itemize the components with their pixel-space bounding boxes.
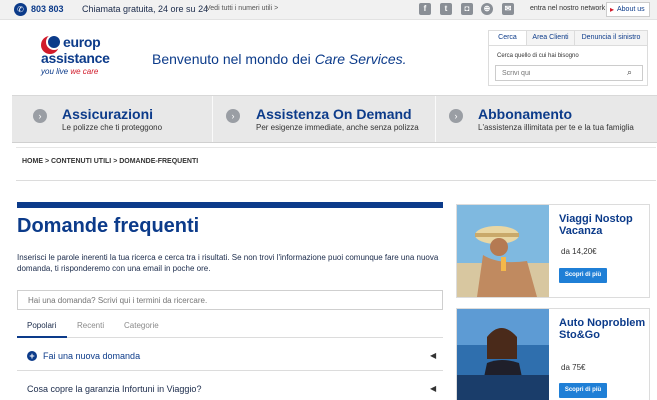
search-panel-tabs: Cerca Area Clienti Denuncia il sinistro xyxy=(489,31,647,46)
phone-icon: ✆ xyxy=(14,3,27,16)
discover-more-button[interactable]: Scopri di più xyxy=(559,383,607,398)
promo-price: da 75€ xyxy=(561,363,586,372)
page-title: Domande frequenti xyxy=(17,215,200,237)
title-accent-bar xyxy=(17,202,443,208)
main-nav: › Assicurazioni Le polizze che ti proteg… xyxy=(12,95,657,143)
instagram-icon[interactable]: ◘ xyxy=(461,3,473,15)
nav-title: Assistenza On Demand xyxy=(256,106,412,122)
logo-mark-blue xyxy=(46,34,62,50)
globe-icon[interactable]: ⊕ xyxy=(481,3,493,15)
nav-top-divider xyxy=(16,147,656,148)
logo-word-assistance: assistance xyxy=(41,50,110,66)
promo-card-viaggi[interactable]: Viaggi Nostop Vacanza da 14,20€ Scopri d… xyxy=(456,204,650,298)
tab-categorie[interactable]: Categorie xyxy=(124,321,159,330)
plus-icon: + xyxy=(27,351,37,361)
europ-assistance-logo[interactable]: europ assistance you live we care xyxy=(41,32,113,82)
promo-card-auto[interactable]: Auto Noproblem Sto&Go da 75€ Scopri di p… xyxy=(456,308,650,400)
chevron-right-icon: › xyxy=(226,109,240,123)
nav-subtitle: Le polizze che ti proteggono xyxy=(62,123,163,132)
nav-subtitle: L'assistenza illimitata per te e la tua … xyxy=(478,123,634,132)
nav-title: Abbonamento xyxy=(478,106,573,122)
discover-more-button[interactable]: Scopri di più xyxy=(559,268,607,283)
welcome-message: Benvenuto nel mondo dei Care Services. xyxy=(152,51,407,67)
faq-question: Cosa copre la garanzia Infortuni in Viag… xyxy=(27,384,202,394)
breadcrumb-divider xyxy=(16,180,656,181)
facebook-icon[interactable]: f xyxy=(419,3,431,15)
useful-numbers-link[interactable]: Vedi tutti i numeri utili > xyxy=(206,5,278,12)
nav-item-assicurazioni[interactable]: › Assicurazioni Le polizze che ti proteg… xyxy=(12,96,212,142)
nav-title: Assicurazioni xyxy=(62,106,154,122)
about-us-button[interactable]: About us xyxy=(606,2,650,17)
phone-number[interactable]: 803 803 xyxy=(31,4,64,14)
network-link[interactable]: entra nel nostro network xyxy=(530,5,605,12)
tab-recenti[interactable]: Recenti xyxy=(77,321,104,330)
logo-tagline-b: we care xyxy=(70,67,99,76)
promo-price: da 14,20€ xyxy=(561,247,597,256)
tab-denuncia-sinistro[interactable]: Denuncia il sinistro xyxy=(575,31,647,45)
promo-title: Viaggi Nostop Vacanza xyxy=(559,213,633,237)
logo-tagline: you live we care xyxy=(41,67,98,76)
caret-left-icon: ◀ xyxy=(430,351,437,360)
search-panel: Cerca Area Clienti Denuncia il sinistro … xyxy=(488,30,648,86)
mail-icon[interactable]: ✉ xyxy=(502,3,514,15)
breadcrumb[interactable]: HOME > CONTENUTI UTILI > DOMANDE-FREQUEN… xyxy=(22,158,198,165)
phone-note: Chiamata gratuita, 24 ore su 24 xyxy=(82,4,209,14)
chevron-right-icon: › xyxy=(33,109,47,123)
logo-word-europ: europ xyxy=(63,34,101,50)
tab-area-clienti[interactable]: Area Clienti xyxy=(527,31,575,45)
nav-item-assistenza-on-demand[interactable]: › Assistenza On Demand Per esigenze imme… xyxy=(213,96,435,142)
promo-image-beach xyxy=(457,205,549,297)
promo-image-car xyxy=(457,309,549,400)
search-input[interactable] xyxy=(495,65,643,81)
new-question-label: Fai una nuova domanda xyxy=(43,351,141,361)
chevron-right-icon: › xyxy=(449,109,463,123)
search-hint: Cerca quello di cui hai bisogno xyxy=(497,53,579,59)
promo-title: Auto Noproblem Sto&Go xyxy=(559,317,646,341)
nav-subtitle: Per esigenze immediate, anche senza poli… xyxy=(256,123,419,132)
active-tab-underline xyxy=(17,336,67,338)
faq-item[interactable]: Cosa copre la garanzia Infortuni in Viag… xyxy=(17,374,443,400)
welcome-prefix: Benvenuto nel mondo dei xyxy=(152,51,315,67)
welcome-emphasis: Care Services. xyxy=(314,51,407,67)
page-description: Inserisci le parole inerenti la tua rice… xyxy=(17,253,439,273)
nav-item-abbonamento[interactable]: › Abbonamento L'assistenza illimitata pe… xyxy=(436,96,657,142)
top-utility-bar: ✆ 803 803 Chiamata gratuita, 24 ore su 2… xyxy=(0,0,657,20)
new-question-row[interactable]: + Fai una nuova domanda ◀ xyxy=(17,341,443,371)
question-search-input[interactable] xyxy=(17,290,443,310)
faq-filter-tabs: Popolari Recenti Categorie xyxy=(17,316,443,338)
search-icon[interactable]: ⌕ xyxy=(627,67,632,78)
twitter-icon[interactable]: t xyxy=(440,3,452,15)
tab-popolari[interactable]: Popolari xyxy=(27,321,56,330)
tab-cerca[interactable]: Cerca xyxy=(489,31,527,45)
caret-left-icon: ◀ xyxy=(430,384,437,393)
logo-tagline-a: you live xyxy=(41,67,71,76)
